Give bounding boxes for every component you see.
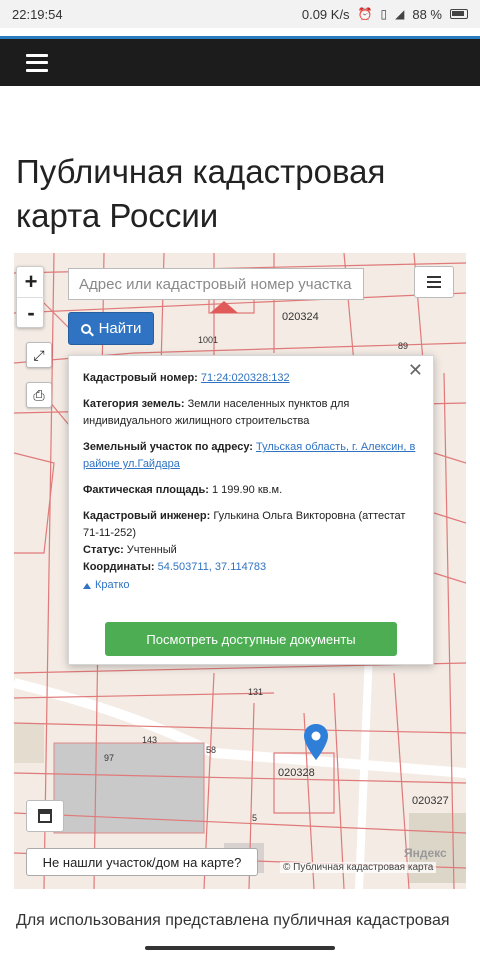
engineer-label: Кадастровый инженер: bbox=[83, 510, 211, 522]
address-row: Земельный участок по адресу: Тульская об… bbox=[83, 439, 417, 473]
parcel-label: 143 bbox=[142, 735, 158, 745]
cadastral-search-input[interactable] bbox=[68, 268, 364, 300]
battery-level: 88 % bbox=[412, 6, 442, 22]
zoom-in-button[interactable]: + bbox=[17, 267, 45, 297]
area-row: Фактическая площадь: 1 199.90 кв.м. bbox=[83, 482, 417, 499]
status-indicators: 0.09 K/s ⏰ ▯ ◢ 88 % bbox=[302, 7, 468, 22]
status-bar: 22:19:54 0.09 K/s ⏰ ▯ ◢ 88 % bbox=[0, 0, 480, 28]
parcel-label: 89 bbox=[398, 341, 409, 351]
yandex-logo: Яндекс bbox=[404, 846, 447, 860]
engineer-row: Кадастровый инженер: Гулькина Ольга Викт… bbox=[83, 508, 417, 542]
cadastral-number-row: Кадастровый номер: 71:24:020328:132 bbox=[83, 370, 417, 387]
cadastral-number-label: Кадастровый номер: bbox=[83, 372, 198, 384]
status-row: Статус: Учтенный bbox=[83, 542, 417, 559]
collapse-link[interactable]: Кратко bbox=[83, 577, 130, 594]
coordinates-value: 54.503711, 37.114783 bbox=[157, 561, 267, 573]
find-button[interactable]: Найти bbox=[68, 312, 154, 345]
network-speed: 0.09 K/s bbox=[301, 6, 350, 22]
parcel-label: 020327 bbox=[412, 795, 449, 807]
not-found-on-map-button[interactable]: Не нашли участок/дом на карте? bbox=[26, 848, 258, 876]
parcel-info-popup: ✕ Кадастровый номер: 71:24:020328:132 Ка… bbox=[68, 355, 434, 665]
find-button-label: Найти bbox=[98, 320, 142, 337]
parcel-label: 5 bbox=[252, 813, 258, 823]
parcel-label: 131 bbox=[248, 687, 264, 697]
status-label: Статус: bbox=[83, 544, 124, 556]
hamburger-menu-icon[interactable] bbox=[26, 53, 48, 72]
fullscreen-icon: ⤢ bbox=[33, 346, 45, 363]
status-time: 22:19:54 bbox=[12, 6, 63, 22]
parcel-label: 97 bbox=[104, 753, 115, 763]
status-value: Учтенный bbox=[126, 544, 177, 556]
home-gesture-bar[interactable] bbox=[145, 946, 335, 950]
coordinates-row: Координаты: 54.503711, 37.114783 bbox=[83, 559, 417, 576]
vibrate-icon: ▯ bbox=[380, 7, 388, 21]
parcel-label: 1001 bbox=[198, 335, 219, 345]
app-header bbox=[0, 36, 480, 86]
collapse-label: Кратко bbox=[95, 579, 130, 591]
print-button[interactable]: ⎙ bbox=[26, 382, 52, 408]
parcel-label: 020328 bbox=[278, 767, 315, 779]
parcel-label: 020324 bbox=[282, 311, 319, 323]
list-menu-icon bbox=[427, 276, 441, 288]
location-pin-icon bbox=[304, 724, 328, 760]
page-title: Публичная кадастровая карта России bbox=[16, 153, 386, 234]
cadastral-number-link[interactable]: 71:24:020328:132 bbox=[201, 372, 290, 384]
land-category-row: Категория земель: Земли населенных пункт… bbox=[83, 396, 417, 430]
system-nav-bar bbox=[0, 936, 480, 960]
battery-icon bbox=[450, 9, 468, 19]
layers-button[interactable] bbox=[26, 800, 64, 832]
land-category-label: Категория земель: bbox=[83, 398, 185, 410]
zoom-control: + - bbox=[16, 266, 45, 328]
layers-icon bbox=[38, 809, 52, 823]
close-icon[interactable]: ✕ bbox=[408, 361, 423, 379]
zoom-out-button[interactable]: - bbox=[17, 297, 45, 327]
view-documents-button[interactable]: Посмотреть доступные документы bbox=[105, 622, 397, 656]
printer-icon: ⎙ bbox=[33, 386, 45, 403]
area-label: Фактическая площадь: bbox=[83, 484, 209, 496]
map-attribution[interactable]: © Публичная кадастровая карта bbox=[280, 862, 437, 873]
coordinates-label: Координаты: bbox=[83, 561, 155, 573]
search-icon bbox=[80, 323, 91, 334]
address-label: Земельный участок по адресу: bbox=[83, 441, 253, 453]
parcel-label: 58 bbox=[206, 745, 217, 755]
signal-icon: ◢ bbox=[395, 7, 405, 21]
area-value: 1 199.90 кв.м. bbox=[211, 484, 283, 496]
intro-paragraph: Для использования представлена публичная… bbox=[16, 912, 450, 929]
map-menu-button[interactable] bbox=[414, 266, 454, 298]
triangle-up-icon bbox=[83, 582, 91, 589]
alarm-icon: ⏰ bbox=[357, 7, 373, 21]
fullscreen-button[interactable]: ⤢ bbox=[26, 342, 52, 368]
